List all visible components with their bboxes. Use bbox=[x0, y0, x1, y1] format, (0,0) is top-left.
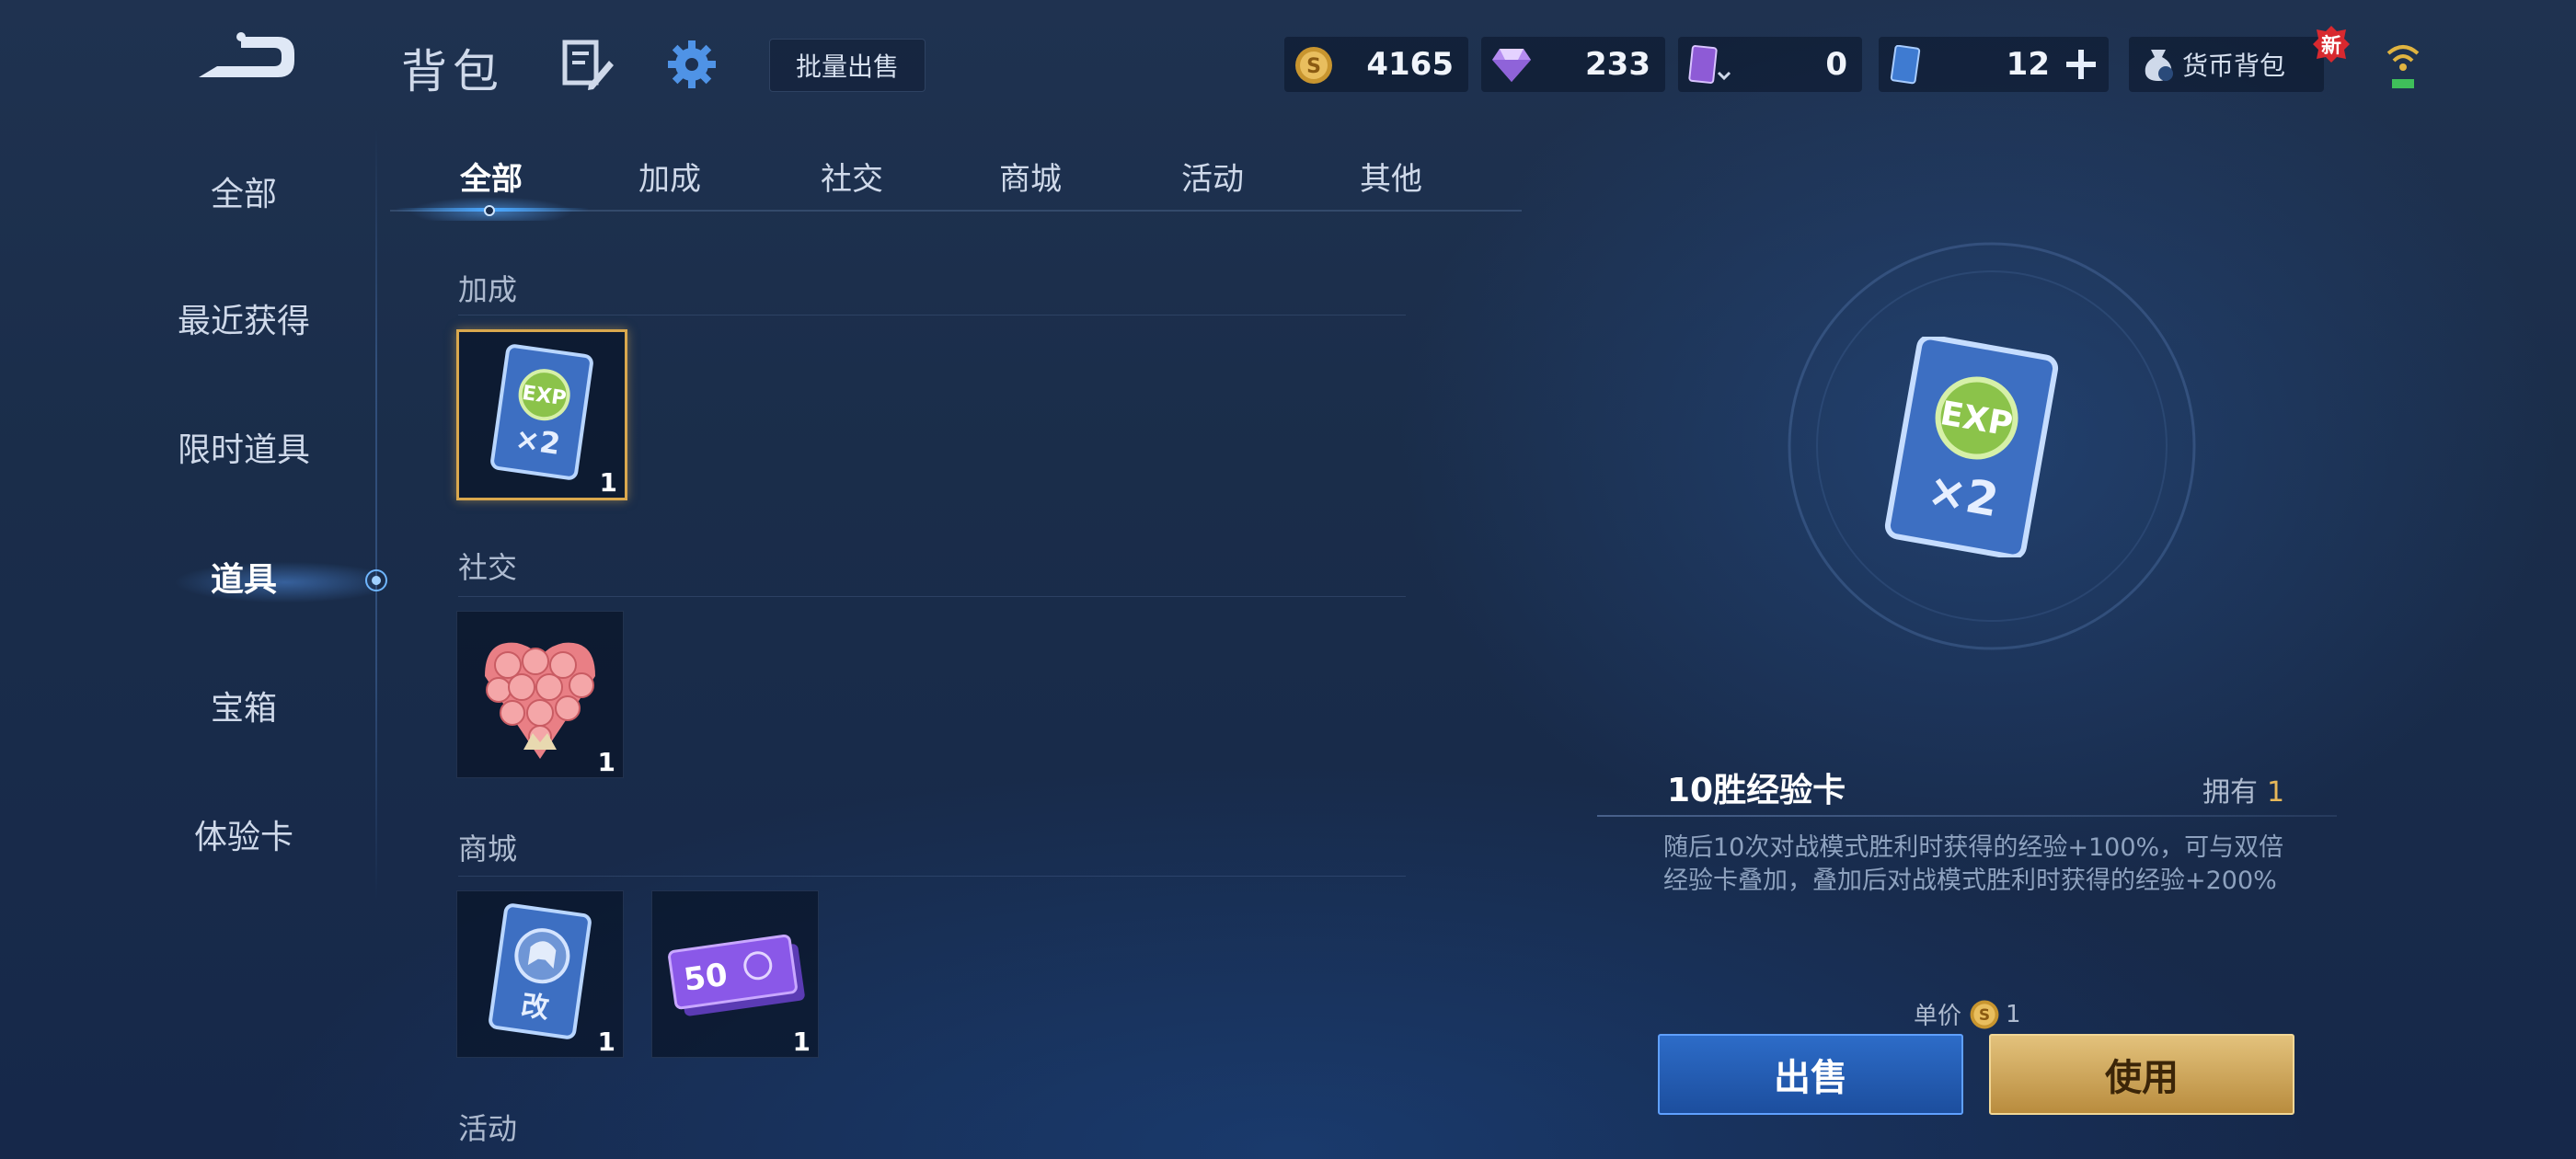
purple-card-value: 0 bbox=[1825, 46, 1847, 83]
exp-card-icon: EXP ×2 bbox=[490, 344, 593, 480]
new-badge: 新 bbox=[2311, 24, 2352, 64]
section-divider bbox=[458, 876, 1406, 877]
tab-bonus[interactable]: 加成 bbox=[596, 152, 743, 207]
tab-events[interactable]: 活动 bbox=[1139, 152, 1286, 207]
unit-price: 单价 S 1 bbox=[1914, 997, 2021, 1031]
item-slot-rose-bouquet[interactable]: 1 bbox=[456, 611, 624, 778]
rename-text: 改 bbox=[519, 990, 551, 1026]
item-count: 1 bbox=[792, 1027, 811, 1057]
currency-wallet-label: 货币背包 bbox=[2182, 51, 2286, 81]
gold-coin-counter: S 4165 bbox=[1284, 37, 1468, 92]
tab-all[interactable]: 全部 bbox=[418, 152, 565, 207]
wifi-signal-icon bbox=[2386, 45, 2420, 88]
batch-sell-button[interactable]: 批量出售 bbox=[769, 39, 926, 92]
ticket-icon: 50 bbox=[668, 934, 805, 1016]
item-name: 10胜经验卡 bbox=[1667, 772, 1846, 809]
sidebar-divider bbox=[375, 129, 377, 901]
tab-social[interactable]: 社交 bbox=[778, 152, 926, 207]
rename-card-icon: 改 bbox=[489, 903, 592, 1039]
blue-card-counter: 12 bbox=[1879, 37, 2109, 92]
svg-text:S: S bbox=[1979, 1006, 1990, 1025]
item-description: 随后10次对战模式胜利时获得的经验+100%，可与双倍经验卡叠加，叠加后对战模式… bbox=[1663, 833, 2284, 895]
add-icon[interactable] bbox=[2064, 48, 2098, 81]
sell-button[interactable]: 出售 bbox=[1658, 1034, 1963, 1115]
item-count: 1 bbox=[597, 1027, 615, 1057]
unit-price-label: 单价 bbox=[1914, 1003, 1962, 1030]
owned-label: 拥有 bbox=[2202, 776, 2258, 809]
section-divider bbox=[458, 596, 1406, 597]
rose-bouquet-icon bbox=[485, 642, 595, 759]
item-slot-ticket[interactable]: 50 1 bbox=[651, 890, 819, 1058]
svg-text:S: S bbox=[1306, 55, 1321, 78]
owned-value: 1 bbox=[2267, 776, 2285, 809]
diamond-counter: 233 bbox=[1481, 37, 1665, 92]
purple-card-counter[interactable]: 0 bbox=[1678, 37, 1862, 92]
ticket-text: 50 bbox=[682, 957, 730, 999]
new-badge-text: 新 bbox=[2320, 35, 2341, 58]
section-label-shop: 商城 bbox=[458, 832, 518, 866]
use-button[interactable]: 使用 bbox=[1989, 1034, 2294, 1115]
edit-icon[interactable] bbox=[561, 39, 615, 92]
sidebar-item-limited[interactable]: 限时道具 bbox=[110, 419, 377, 483]
money-bag-icon bbox=[2145, 50, 2173, 81]
diamond-value: 233 bbox=[1585, 46, 1650, 83]
currency-wallet-button[interactable]: 货币背包 bbox=[2129, 37, 2324, 92]
section-label-events: 活动 bbox=[458, 1111, 518, 1146]
back-arrow-icon[interactable] bbox=[190, 29, 300, 85]
owned-count: 拥有 1 bbox=[2202, 769, 2284, 809]
section-label-bonus: 加成 bbox=[458, 272, 518, 307]
detail-divider bbox=[1597, 815, 2337, 817]
blue-card-icon bbox=[1890, 45, 1921, 85]
gold-coin-icon: S bbox=[1295, 47, 1332, 84]
multiplier-text: ×2 bbox=[513, 420, 563, 461]
detail-exp-card-icon: EXP ×2 bbox=[1884, 337, 2059, 557]
sidebar-item-recent[interactable]: 最近获得 bbox=[110, 290, 377, 354]
sidebar-item-all[interactable]: 全部 bbox=[110, 163, 377, 227]
sidebar-item-props[interactable]: 道具 bbox=[110, 548, 377, 613]
sidebar-item-trial-card[interactable]: 体验卡 bbox=[110, 806, 377, 870]
page-title: 背包 bbox=[401, 45, 504, 98]
unit-price-value: 1 bbox=[2006, 1000, 2021, 1028]
section-label-social: 社交 bbox=[458, 550, 518, 585]
gold-coin-icon: S bbox=[1970, 1000, 1999, 1028]
item-slot-rename-card[interactable]: 改 1 bbox=[456, 890, 624, 1058]
item-count: 1 bbox=[599, 467, 617, 498]
tab-shop[interactable]: 商城 bbox=[957, 152, 1104, 207]
blue-card-value: 12 bbox=[2006, 46, 2050, 83]
gold-coin-value: 4165 bbox=[1366, 46, 1454, 83]
tab-other[interactable]: 其他 bbox=[1317, 152, 1465, 207]
item-slot-exp-card[interactable]: EXP ×2 1 bbox=[456, 329, 627, 500]
section-divider bbox=[458, 315, 1406, 316]
gear-icon[interactable] bbox=[664, 37, 719, 92]
item-count: 1 bbox=[597, 747, 615, 777]
purple-card-icon bbox=[1688, 45, 1731, 84]
diamond-icon bbox=[1492, 49, 1531, 82]
sidebar-item-chest[interactable]: 宝箱 bbox=[110, 677, 377, 741]
